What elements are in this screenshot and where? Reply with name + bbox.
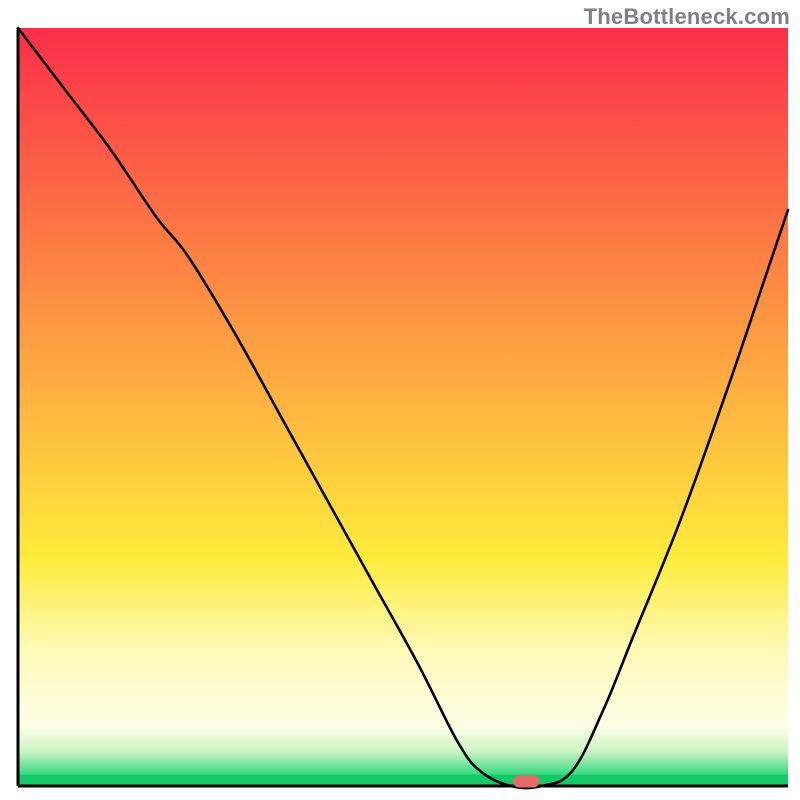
bottleneck-chart <box>0 0 800 800</box>
watermark-text: TheBottleneck.com <box>584 4 790 30</box>
gradient-background <box>18 28 788 787</box>
chart-container: TheBottleneck.com <box>0 0 800 800</box>
optimal-marker <box>513 775 539 787</box>
